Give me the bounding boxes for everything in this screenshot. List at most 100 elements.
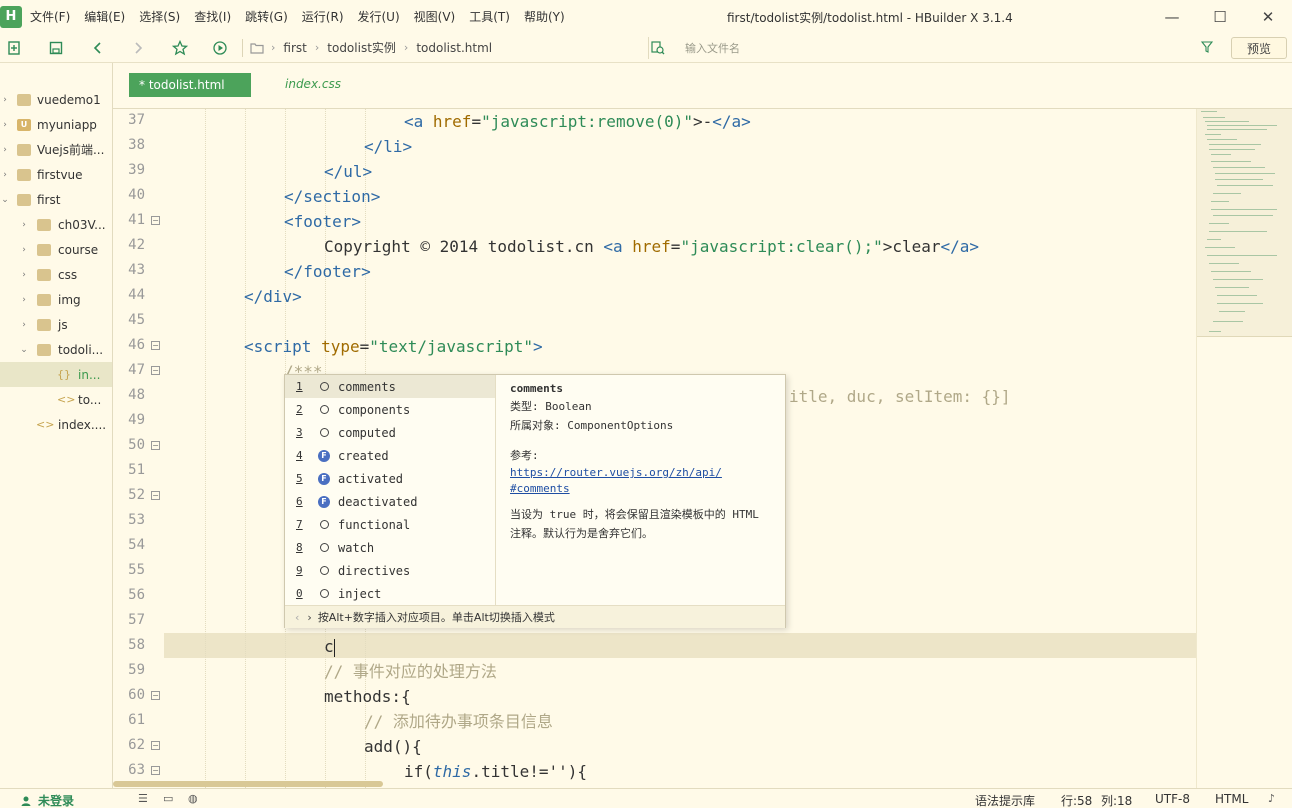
tab-todolist-html[interactable]: * todolist.html [129,73,251,97]
tree-item-todolist-html[interactable]: <> to... [0,387,112,412]
autocomplete-item-components[interactable]: 2 components [285,398,495,421]
chevron-right-icon[interactable]: › [0,145,10,155]
breadcrumb-separator-icon: › [271,41,276,54]
fold-toggle-icon[interactable]: − [151,216,160,225]
tree-item-img[interactable]: › img [0,287,112,312]
menu-tools[interactable]: 工具(T) [469,8,510,25]
chevron-right-icon[interactable]: › [307,611,311,624]
tree-item-index-html[interactable]: <> index.... [0,412,112,437]
tree-item-vuejs[interactable]: › Vuejs前端... [0,137,112,162]
tree-item-course[interactable]: › course [0,237,112,262]
menu-run[interactable]: 运行(R) [302,8,344,25]
breadcrumb-separator-icon: › [403,41,409,54]
chevron-left-icon[interactable]: ‹ [295,611,299,624]
autocomplete-item-activated[interactable]: 5 F activated [285,467,495,490]
run-icon[interactable] [210,38,230,58]
tree-item-myuniapp[interactable]: › U myuniapp [0,112,112,137]
tree-item-ch03v[interactable]: › ch03V... [0,212,112,237]
notification-icon[interactable]: ♪ [1268,792,1275,805]
tab-index-css[interactable]: index.css [285,77,341,91]
fold-toggle-icon[interactable]: − [151,441,160,450]
tree-item-label: ch03V... [58,217,106,232]
autocomplete-item-inject[interactable]: 0 inject [285,582,495,605]
tree-item-firstvue[interactable]: › firstvue [0,162,112,187]
file-encoding[interactable]: UTF-8 [1155,792,1190,806]
menu-find[interactable]: 查找(I) [194,8,231,25]
code-line-61: // 添加待办事项条目信息 [364,712,553,731]
chevron-down-icon[interactable]: ⌄ [0,195,10,205]
toolbar: › first › todolist实例 › todolist.html 输入文… [0,33,1292,63]
item-number: 2 [296,403,303,416]
minimap[interactable] [1196,109,1292,788]
syntax-library[interactable]: 语法提示库 [975,792,1035,808]
chevron-right-icon[interactable]: › [19,245,29,255]
tree-item-js[interactable]: › js [0,312,112,337]
item-number: 6 [296,495,303,508]
breadcrumb-folder[interactable]: todolist实例 [327,39,396,56]
tree-item-vuedemo1[interactable]: › vuedemo1 [0,87,112,112]
terminal-icon[interactable]: ▭ [163,792,173,805]
chevron-right-icon[interactable]: › [19,270,29,280]
breadcrumb-first[interactable]: first [283,41,306,55]
fold-toggle-icon[interactable]: − [151,766,160,775]
tree-item-css[interactable]: › css [0,262,112,287]
autocomplete-item-watch[interactable]: 8 watch [285,536,495,559]
code-line-39: </ul> [324,162,373,181]
menu-help[interactable]: 帮助(Y) [524,8,565,25]
menu-edit[interactable]: 编辑(E) [84,8,125,25]
autocomplete-popup: 1 comments 2 components 3 computed 4 F c… [284,374,786,628]
line-number: 47 [128,362,145,378]
forward-icon[interactable] [128,38,148,58]
filter-icon[interactable] [1201,41,1213,53]
tree-item-todolist[interactable]: ⌄ todoli... [0,337,112,362]
fold-toggle-icon[interactable]: − [151,691,160,700]
menu-publish[interactable]: 发行(U) [358,8,400,25]
fold-toggle-icon[interactable]: − [151,341,160,350]
chevron-right-icon[interactable]: › [19,320,29,330]
autocomplete-item-comments[interactable]: 1 comments [285,375,495,398]
file-language[interactable]: HTML [1215,792,1248,806]
horizontal-scrollbar[interactable] [113,781,383,787]
line-number: 49 [128,412,145,428]
autocomplete-item-created[interactable]: 4 F created [285,444,495,467]
code-token: >clear [882,237,941,256]
detail-link-anchor[interactable]: #comments [510,482,771,495]
maximize-button[interactable]: ☐ [1196,0,1244,33]
preview-button[interactable]: 预览 [1231,37,1287,59]
file-search-input[interactable]: 输入文件名 [648,37,1218,59]
chevron-right-icon[interactable]: › [0,170,10,180]
line-number: 46 [128,337,145,353]
fold-toggle-icon[interactable]: − [151,491,160,500]
detail-link[interactable]: https://router.vuejs.org/zh/api/ [510,466,771,479]
autocomplete-item-deactivated[interactable]: 6 F deactivated [285,490,495,513]
minimize-button[interactable]: — [1148,0,1196,33]
back-icon[interactable] [88,38,108,58]
save-icon[interactable] [46,38,66,58]
autocomplete-item-computed[interactable]: 3 computed [285,421,495,444]
code-line-48: itle, duc, selItem: {}] [789,387,1011,406]
code-token: </a> [940,237,980,256]
chevron-right-icon[interactable]: › [0,120,10,130]
menu-goto[interactable]: 跳转(G) [245,8,288,25]
uniapp-icon: U [17,118,31,131]
breadcrumb-file[interactable]: todolist.html [416,41,492,55]
chevron-down-icon[interactable]: ⌄ [19,345,29,355]
autocomplete-item-functional[interactable]: 7 functional [285,513,495,536]
menu-view[interactable]: 视图(V) [414,8,456,25]
tree-item-first[interactable]: ⌄ first [0,187,112,212]
fold-toggle-icon[interactable]: − [151,741,160,750]
close-button[interactable]: ✕ [1244,0,1292,33]
globe-icon[interactable]: ◍ [188,792,198,805]
chevron-right-icon[interactable]: › [19,220,29,230]
star-icon[interactable] [170,38,190,58]
login-status[interactable]: 未登录 [20,792,74,808]
new-file-icon[interactable] [4,38,24,58]
fold-toggle-icon[interactable]: − [151,366,160,375]
autocomplete-item-directives[interactable]: 9 directives [285,559,495,582]
chevron-right-icon[interactable]: › [0,95,10,105]
list-icon[interactable]: ☰ [138,792,148,805]
menu-file[interactable]: 文件(F) [30,8,70,25]
menu-select[interactable]: 选择(S) [139,8,180,25]
chevron-right-icon[interactable]: › [19,295,29,305]
tree-item-index-js[interactable]: {} in... [0,362,112,387]
